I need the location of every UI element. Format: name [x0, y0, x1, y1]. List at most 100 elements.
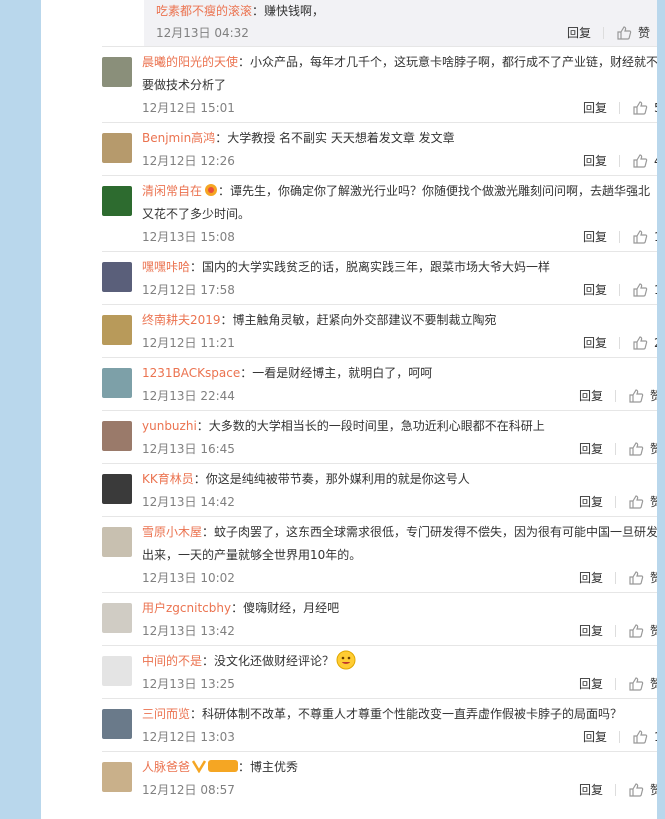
comment-item: Benjmin高鸿：大学教授 名不副实 天天想着发文章 发文章 12月12日 12…	[102, 122, 657, 175]
comment-panel: 吃素都不瘦的滚滚：赚快钱啊， 12月13日 04:32 回复 赞 晨曦的阳光的天…	[41, 0, 657, 819]
like-count[interactable]: 1	[654, 283, 657, 297]
avatar[interactable]	[102, 762, 132, 792]
comment-meta: 12月12日 08:57 回复 赞	[142, 781, 657, 801]
avatar[interactable]	[102, 421, 132, 451]
like-count[interactable]: 赞	[650, 387, 657, 404]
reply-button[interactable]: 回复	[579, 675, 603, 692]
like-count[interactable]: 赞	[650, 440, 657, 457]
thumbs-up-icon[interactable]	[632, 335, 648, 351]
reply-button[interactable]: 回复	[583, 728, 607, 745]
thumbs-up-icon[interactable]	[628, 441, 644, 457]
comment-username[interactable]: 三问而览	[142, 707, 190, 721]
avatar[interactable]	[102, 603, 132, 633]
avatar[interactable]	[102, 527, 132, 557]
comment-meta: 12月12日 11:21 回复 2	[142, 334, 657, 354]
reply-button[interactable]: 回复	[583, 99, 607, 116]
comment-item: KK育林员：你这是纯纯被带节奏，那外媒利用的就是你这号人 12月13日 14:42…	[102, 463, 657, 516]
avatar[interactable]	[102, 133, 132, 163]
avatar[interactable]	[102, 656, 132, 686]
like-count[interactable]: 赞	[650, 675, 657, 692]
avatar[interactable]	[102, 315, 132, 345]
comment-text-line: 中间的不是：没文化还做财经评论？	[142, 650, 657, 673]
reply-button[interactable]: 回复	[579, 622, 603, 639]
comment-username[interactable]: yunbuzhi	[142, 419, 197, 433]
reply-button[interactable]: 回复	[567, 24, 591, 41]
like-count[interactable]: 2	[654, 336, 657, 350]
comment-text-line: 嘿嘿咔哈：国内的大学实践贫乏的话，脱离实践三年，跟菜市场大爷大妈一样	[142, 256, 657, 279]
reply-button[interactable]: 回复	[579, 440, 603, 457]
thumbs-up-icon[interactable]	[628, 676, 644, 692]
avatar[interactable]	[102, 474, 132, 504]
comment-meta: 12月13日 14:42 回复 赞	[142, 493, 657, 513]
divider	[614, 571, 616, 584]
comment-username[interactable]: 人脉爸爸	[142, 760, 190, 774]
like-count[interactable]: 赞	[650, 493, 657, 510]
thumbs-up-icon[interactable]	[632, 729, 648, 745]
comment-meta: 12月12日 13:03 回复 1	[142, 728, 657, 748]
comment-text: ：小众产品，每年才几千个，这玩意卡啥脖子啊，都行成不了产业链，财经就不	[238, 55, 657, 69]
comment-meta: 12月12日 17:58 回复 1	[142, 281, 657, 301]
comment-time: 12月12日 15:01	[142, 101, 235, 115]
comment-username[interactable]: 雪原小木屋	[142, 525, 202, 539]
like-count[interactable]: 1	[654, 230, 657, 244]
comment-username[interactable]: Benjmin高鸿	[142, 131, 215, 145]
comment-meta: 12月13日 13:42 回复 赞	[142, 622, 657, 642]
comment-actions: 回复 1	[583, 728, 657, 745]
thumbs-up-icon[interactable]	[628, 782, 644, 798]
thumbs-up-icon[interactable]	[628, 494, 644, 510]
reply-button[interactable]: 回复	[583, 334, 607, 351]
avatar[interactable]	[102, 709, 132, 739]
like-count[interactable]: 5	[654, 101, 657, 115]
comment-body: 清闲常自在 ：谭先生，你确定你了解激光行业吗？你随便找个做激光雕刻问问啊，去趟华强…	[142, 180, 657, 226]
comment-item: 雪原小木屋：蚊子肉罢了，这东西全球需求很低，专门研发得不偿失，因为很有可能中国一…	[102, 516, 657, 592]
reply-button[interactable]: 回复	[583, 281, 607, 298]
thumbs-up-icon[interactable]	[632, 229, 648, 245]
reply-button[interactable]: 回复	[579, 781, 603, 798]
comment-time: 12月13日 22:44	[142, 389, 235, 403]
comment-username[interactable]: 用户zgcnitcbhy	[142, 601, 231, 615]
thumbs-up-icon[interactable]	[628, 623, 644, 639]
comment-username[interactable]: 嘿嘿咔哈	[142, 260, 190, 274]
avatar[interactable]	[102, 186, 132, 216]
reply-button[interactable]: 回复	[579, 493, 603, 510]
sub-reply-actions: 回复 赞	[567, 24, 650, 41]
like-count[interactable]: 赞	[650, 781, 657, 798]
avatar[interactable]	[102, 262, 132, 292]
comment-username[interactable]: 终南耕夫2019	[142, 313, 221, 327]
comment-text-line: 清闲常自在 ：谭先生，你确定你了解激光行业吗？你随便找个做激光雕刻问问啊，去趟华强…	[142, 180, 657, 203]
like-count[interactable]: 赞	[650, 569, 657, 586]
thumbs-up-icon[interactable]	[632, 153, 648, 169]
like-count[interactable]: 4	[654, 154, 657, 168]
like-count[interactable]: 赞	[650, 622, 657, 639]
reply-button[interactable]: 回复	[579, 569, 603, 586]
comment-actions: 回复 赞	[579, 493, 657, 510]
sub-reply-username[interactable]: 吃素都不瘦的滚滚	[156, 4, 252, 18]
comment-username[interactable]: 晨曦的阳光的天使	[142, 55, 238, 69]
thumbs-up-icon[interactable]	[632, 282, 648, 298]
comment-text-line: 用户zgcnitcbhy：傻嗨财经，月经吧	[142, 597, 657, 620]
reply-button[interactable]: 回复	[583, 152, 607, 169]
comment-time: 12月12日 08:57	[142, 783, 235, 797]
sub-reply-text: 吃素都不瘦的滚滚：赚快钱啊，	[156, 2, 324, 19]
like-count[interactable]: 1	[654, 730, 657, 744]
divider	[619, 101, 620, 114]
sub-reply-content: ：赚快钱啊，	[252, 4, 325, 18]
thumbs-up-icon[interactable]	[616, 25, 632, 41]
thumbs-up-icon[interactable]	[628, 570, 644, 586]
comment-username[interactable]: 清闲常自在	[142, 184, 202, 198]
comment-actions: 回复 5	[583, 99, 657, 116]
comment-username[interactable]: KK育林员	[142, 472, 194, 486]
comment-username[interactable]: 1231BACKspace	[142, 366, 240, 380]
comment-time: 12月13日 13:42	[142, 624, 235, 638]
comment-username[interactable]: 中间的不是	[142, 654, 202, 668]
smile-emoji-icon	[336, 650, 356, 670]
reply-button[interactable]: 回复	[583, 228, 607, 245]
avatar[interactable]	[102, 368, 132, 398]
like-count[interactable]: 赞	[638, 24, 650, 41]
comment-body: 人脉爸爸 ：博主优秀	[142, 756, 657, 779]
thumbs-up-icon[interactable]	[632, 100, 648, 116]
comment-actions: 回复 赞	[579, 440, 657, 457]
avatar[interactable]	[102, 57, 132, 87]
reply-button[interactable]: 回复	[579, 387, 603, 404]
thumbs-up-icon[interactable]	[628, 388, 644, 404]
